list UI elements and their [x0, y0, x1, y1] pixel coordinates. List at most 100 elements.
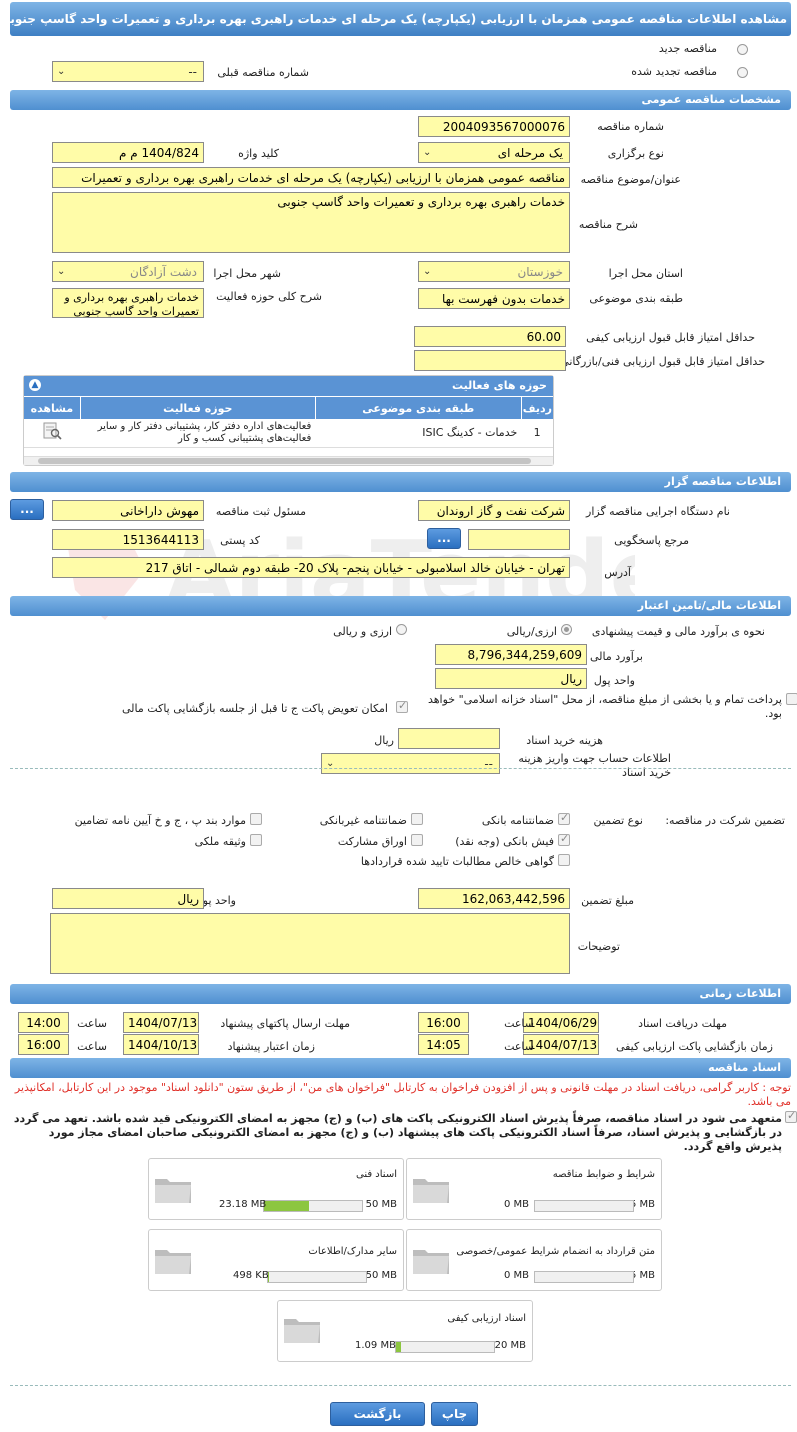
postal-code-field: 1513644113: [52, 529, 204, 550]
city-value: دشت آزادگان: [130, 265, 197, 279]
row-field: فعالیت‌های اداره دفتر کار، پشتیبانی دفتر…: [97, 420, 312, 444]
horizontal-scrollbar[interactable]: [24, 456, 553, 465]
send-deadline-label: مهلت ارسال پاکتهای پیشنهاد: [220, 1017, 350, 1030]
estimate-method-label: نحوه ی برآورد مالی و قیمت پیشنهادی: [591, 625, 765, 638]
radio-currency-and-rial-label: ارزی و ریالی: [333, 625, 392, 638]
category-label: طبقه بندی موضوعی: [589, 292, 683, 305]
reference-more-button[interactable]: ...: [427, 528, 461, 549]
subject-field: مناقصه عمومی همزمان با ارزیابی (یکپارچه)…: [52, 167, 570, 188]
file-max: 50 MB: [365, 1199, 397, 1210]
file-name: اسناد فنی: [356, 1169, 397, 1180]
guarantee-unit-field: ریال: [52, 888, 204, 909]
radio-renewed-tender[interactable]: [737, 67, 748, 78]
org-name-field: شرکت نفت و گاز اروندان: [418, 500, 570, 521]
claims-checkbox[interactable]: [558, 854, 570, 866]
guarantee-amount-field: 162,063,442,596: [418, 888, 570, 909]
reference-field: [468, 529, 570, 550]
radio-new-label: مناقصه جدید: [658, 42, 717, 55]
min-tech-field: [414, 350, 566, 371]
section-timing-header: اطلاعات زمانی: [10, 984, 791, 1004]
file-max: 50 MB: [365, 1270, 397, 1281]
collapse-icon[interactable]: ▲: [29, 379, 41, 391]
prev-number-value: --: [188, 65, 197, 79]
folder-icon: [284, 1319, 320, 1343]
validity-date: 1404/10/13: [123, 1034, 199, 1055]
file-box-quality[interactable]: اسناد ارزیابی کیفی 20 MB 1.09 MB: [277, 1300, 533, 1362]
clause-items-checkbox[interactable]: [250, 813, 262, 825]
folder-icon: [413, 1250, 449, 1274]
file-box-contract[interactable]: متن قرارداد به انضمام شرایط عمومی/خصوصی …: [406, 1229, 662, 1291]
file-usage-bar: [534, 1200, 634, 1212]
validity-time-label: ساعت: [77, 1040, 107, 1053]
file-used: 0 MB: [504, 1199, 530, 1210]
file-name: متن قرارداد به انضمام شرایط عمومی/خصوصی: [456, 1246, 655, 1257]
file-used: 1.09 MB: [355, 1340, 396, 1351]
view-document-icon[interactable]: [41, 421, 63, 441]
file-name: سایر مدارک/اطلاعات: [308, 1246, 397, 1257]
doc-deadline-label: مهلت دریافت اسناد: [638, 1017, 727, 1030]
account-select[interactable]: -- ⌄: [321, 753, 500, 774]
radio-currency-rial[interactable]: [561, 624, 572, 635]
min-tech-label: حداقل امتیاز قابل قبول ارزیابی فنی/بازرگ…: [560, 355, 765, 368]
officer-field: مهوش داراخانی: [52, 500, 204, 521]
open-label: زمان بازگشایی پاکت ارزیابی کیفی: [615, 1040, 773, 1053]
province-label: استان محل اجرا: [608, 267, 683, 280]
holding-type-select[interactable]: یک مرحله ای ⌄: [418, 142, 570, 163]
send-deadline-date: 1404/07/13: [123, 1012, 199, 1033]
section-finance-header: اطلاعات مالی/تامین اعتبار: [10, 596, 791, 616]
guarantee-amount-label: مبلغ تضمین: [581, 894, 634, 907]
radio-new-tender[interactable]: [737, 44, 748, 55]
radio-currency-rial-label: ارزی/ریالی: [506, 625, 557, 638]
doc-cost-field: [398, 728, 500, 749]
swap-checkbox[interactable]: [396, 699, 408, 713]
reference-label: مرجع پاسخگویی: [614, 534, 689, 547]
file-used: 23.18 MB: [219, 1199, 267, 1210]
prev-number-label: شماره مناقصه قبلی: [217, 66, 309, 79]
claims-label: گواهی خالص مطالبات تایید شده قراردادها: [360, 855, 554, 868]
col-category: طبقه بندی موضوعی: [314, 397, 522, 419]
category-field: خدمات بدون فهرست بها: [418, 288, 570, 309]
doc-deadline-time-label: ساعت: [504, 1017, 534, 1030]
scrollbar-thumb[interactable]: [38, 458, 531, 464]
address-label: آدرس: [604, 566, 631, 579]
bonds-label: اوراق مشارکت: [337, 835, 407, 848]
print-button[interactable]: چاپ: [431, 1402, 478, 1426]
file-box-other[interactable]: سایر مدارک/اطلاعات 50 MB 498 KB: [148, 1229, 404, 1291]
commit-checkbox[interactable]: [785, 1109, 797, 1123]
folder-icon: [155, 1250, 191, 1274]
doc-deadline-time: 16:00: [418, 1012, 469, 1033]
send-deadline-time-label: ساعت: [77, 1017, 107, 1030]
nonbank-guarantee-checkbox[interactable]: [411, 813, 423, 825]
section-documents-header: اسناد مناقصه: [10, 1058, 791, 1078]
file-usage-bar: [534, 1271, 634, 1283]
view-cell: [24, 419, 80, 447]
treasury-checkbox[interactable]: [786, 693, 797, 705]
bank-guarantee-checkbox[interactable]: [558, 811, 570, 825]
file-box-technical[interactable]: اسناد فنی 50 MB 23.18 MB: [148, 1158, 404, 1220]
bank-guarantee-label: ضمانتنامه بانکی: [481, 814, 554, 827]
address-field: تهران - خیابان خالد اسلامبولی - خیابان پ…: [52, 557, 570, 578]
file-usage-bar: [263, 1200, 363, 1212]
doc-deadline-date: 1404/06/29: [523, 1012, 599, 1033]
province-select[interactable]: خوزستان ⌄: [418, 261, 570, 282]
bonds-checkbox[interactable]: [411, 834, 423, 846]
back-button[interactable]: بازگشت: [330, 1402, 425, 1426]
col-field: حوزه فعالیت: [79, 397, 316, 419]
subject-label: عنوان/موضوع مناقصه: [580, 173, 681, 186]
officer-label: مسئول ثبت مناقصه: [215, 505, 306, 518]
row-category: خدمات - کدینگ ISIC: [422, 426, 518, 440]
city-select[interactable]: دشت آزادگان ⌄: [52, 261, 204, 282]
prev-number-select[interactable]: -- ⌄: [52, 61, 204, 82]
bank-receipt-checkbox[interactable]: [558, 832, 570, 846]
officer-more-button[interactable]: ...: [10, 499, 44, 520]
property-checkbox[interactable]: [250, 834, 262, 846]
section-organizer-header: اطلاعات مناقصه گزار: [10, 472, 791, 492]
open-time: 14:05: [418, 1034, 469, 1055]
file-box-terms[interactable]: شرایط و ضوابط مناقصه 5 MB 0 MB: [406, 1158, 662, 1220]
bank-receipt-label: فیش بانکی (وجه نقد): [455, 835, 554, 848]
chevron-down-icon: ⌄: [57, 266, 66, 277]
radio-currency-and-rial[interactable]: [396, 624, 407, 635]
tender-number-field: 2004093567000076: [418, 116, 570, 137]
validity-label: زمان اعتبار پیشنهاد: [227, 1040, 315, 1053]
commit-text: متعهد می شود در اسناد مناقصه، صرفاً پذیر…: [13, 1112, 782, 1153]
